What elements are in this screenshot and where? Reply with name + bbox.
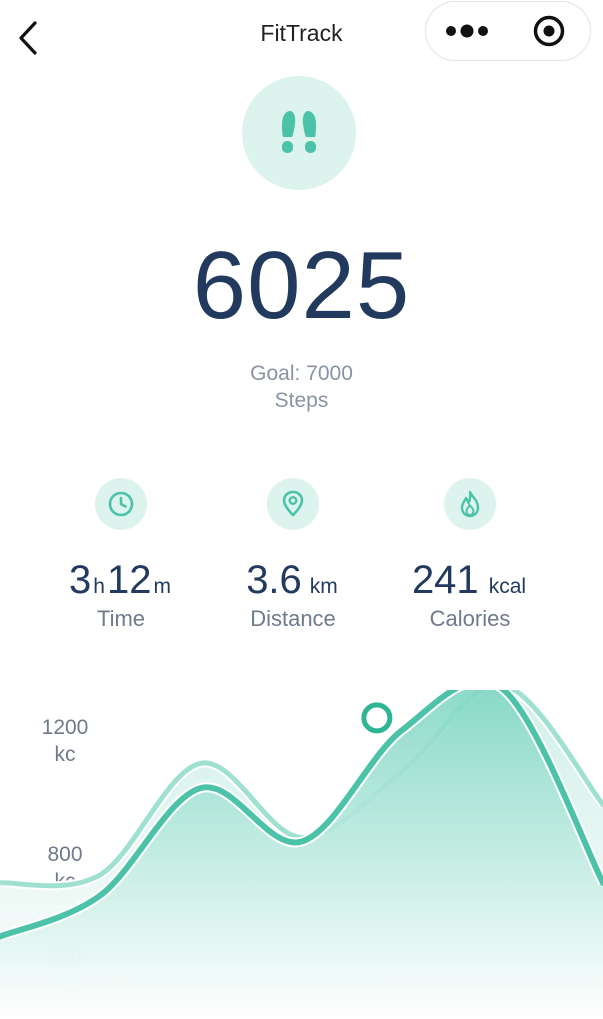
target-circle-icon (533, 15, 565, 47)
time-minutes: 12 (106, 558, 152, 602)
series-1-area (0, 690, 603, 1019)
goal-text: Goal: 7000 (250, 362, 353, 385)
capsule-menu (425, 1, 591, 61)
steps-badge (242, 76, 356, 190)
clock-icon (95, 478, 147, 530)
step-count: 6025 (192, 232, 411, 339)
stat-time-label: Time (96, 606, 146, 631)
calorie-chart (0, 690, 603, 1019)
stat-calories-label: Calories (429, 606, 511, 631)
stat-distance-label: Distance (250, 606, 336, 631)
stat-distance-value: 3.6 km (203, 558, 383, 604)
time-hours-unit: h (93, 575, 105, 598)
app-header: FitTrack (0, 0, 603, 72)
calories-number: 241 (411, 558, 479, 602)
footprints-icon (282, 111, 316, 153)
stat-distance: 3.6 km Distance (203, 478, 383, 632)
more-button[interactable] (426, 2, 508, 60)
close-miniapp-button[interactable] (508, 2, 590, 60)
flame-icon (444, 478, 496, 530)
stat-calories: 241 kcal Calories (380, 478, 560, 632)
goal-unit: Steps (274, 389, 329, 412)
stat-calories-value: 241 kcal (380, 558, 560, 604)
distance-unit: km (309, 575, 338, 598)
stat-time: 3 h 12 m Time (31, 478, 211, 632)
more-dots-icon (446, 24, 488, 38)
time-hours: 3 (69, 558, 92, 602)
location-pin-icon (267, 478, 319, 530)
stat-time-value: 3 h 12 m (31, 558, 211, 604)
calories-unit: kcal (488, 575, 527, 598)
time-minutes-unit: m (153, 575, 171, 598)
highlight-point[interactable] (361, 702, 393, 734)
distance-number: 3.6 (246, 558, 302, 602)
